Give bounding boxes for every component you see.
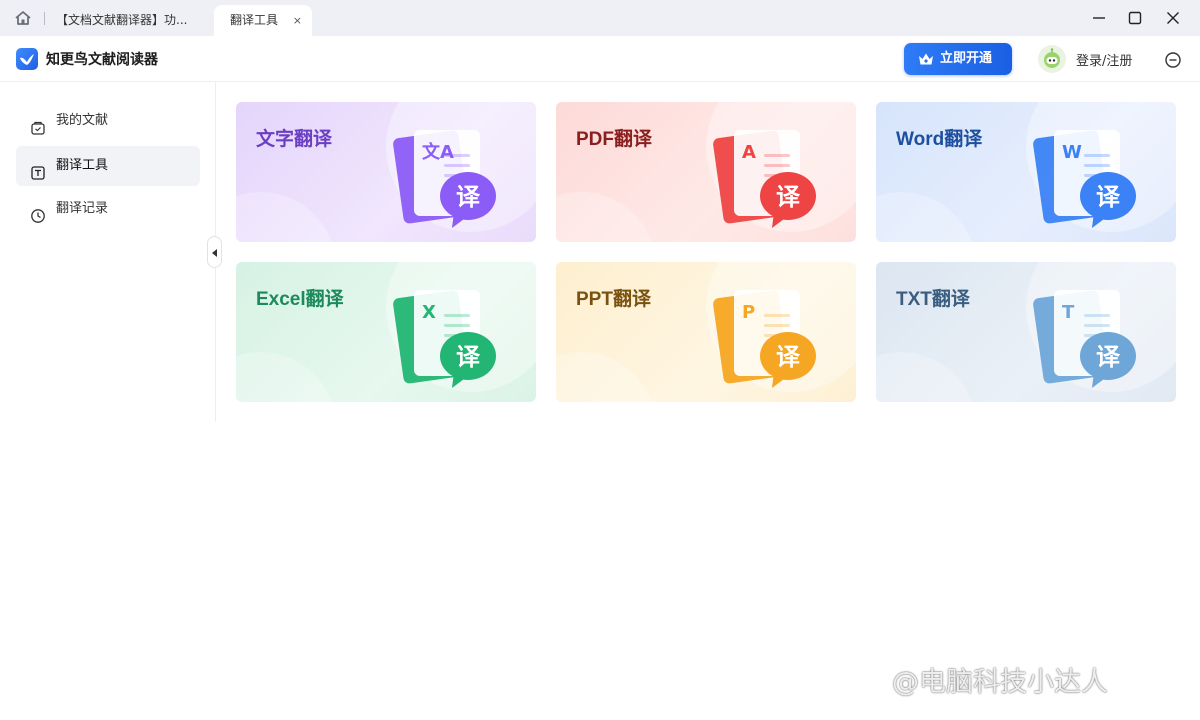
svg-text:译: 译 — [776, 183, 801, 211]
tab-translation-tools[interactable]: 翻译工具 × — [214, 5, 312, 36]
tab-label: 【文档文献翻译器】功... — [56, 13, 188, 27]
more-menu-icon[interactable] — [1164, 51, 1182, 69]
translate-tool-icon — [30, 158, 46, 180]
watermark: @电脑科技小达人 — [892, 667, 1108, 698]
vip-activate-button[interactable]: 立即开通 — [904, 43, 1012, 75]
maximize-button[interactable] — [1116, 0, 1154, 36]
title-bar: 【文档文献翻译器】功... 翻译工具 × — [0, 0, 1200, 36]
caret-left-icon — [212, 249, 217, 257]
card-pdf-translation[interactable]: PDF翻译 A译 — [556, 102, 856, 242]
robot-avatar-icon — [1044, 48, 1060, 68]
svg-text:译: 译 — [1096, 183, 1121, 211]
sidebar-item-label: 翻译工具 — [56, 158, 109, 173]
card-title: TXT翻译 — [896, 289, 970, 310]
card-excel-translation[interactable]: Excel翻译 X译 — [236, 262, 536, 402]
ppt-file-icon: P译 — [713, 290, 816, 388]
svg-text:译: 译 — [1096, 343, 1121, 371]
tab-separator — [44, 12, 45, 25]
sidebar-item-my-documents[interactable]: 我的文献 — [16, 101, 200, 141]
bird-logo-icon — [16, 48, 38, 70]
card-ppt-translation[interactable]: PPT翻译 P译 — [556, 262, 856, 402]
text-translate-icon: 文A译 — [393, 130, 496, 228]
excel-file-icon: X译 — [393, 290, 496, 388]
card-title: Word翻译 — [896, 129, 983, 150]
card-text-translation[interactable]: 文字翻译 文A 译 — [236, 102, 536, 242]
home-icon[interactable] — [14, 10, 32, 26]
app-header: 知更鸟文献阅读器 立即开通 登录/注册 — [0, 36, 1200, 82]
app-title: 知更鸟文献阅读器 — [46, 52, 158, 68]
svg-text:P: P — [742, 302, 755, 323]
card-decoration — [556, 192, 656, 242]
avatar[interactable] — [1038, 45, 1066, 73]
svg-text:文A: 文A — [422, 141, 454, 163]
close-window-button[interactable] — [1154, 0, 1192, 36]
vip-button-label: 立即开通 — [940, 51, 993, 66]
document-bag-icon — [30, 113, 46, 135]
sidebar-collapse-toggle[interactable] — [207, 236, 222, 268]
clock-icon — [30, 201, 46, 223]
card-word-translation[interactable]: Word翻译 W译 — [876, 102, 1176, 242]
txt-file-icon: T译 — [1033, 290, 1136, 388]
svg-text:T: T — [1062, 302, 1075, 323]
card-txt-translation[interactable]: TXT翻译 T译 — [876, 262, 1176, 402]
card-title: Excel翻译 — [256, 289, 344, 310]
card-decoration — [556, 352, 656, 402]
crown-icon — [919, 53, 933, 65]
pdf-file-icon: A译 — [713, 130, 816, 228]
svg-text:W: W — [1062, 142, 1082, 163]
card-decoration — [876, 352, 976, 402]
card-title: 文字翻译 — [256, 129, 333, 150]
card-decoration — [876, 192, 976, 242]
card-title: PDF翻译 — [576, 129, 653, 150]
sidebar-item-translation-tools[interactable]: 翻译工具 — [16, 146, 200, 186]
sidebar-item-label: 翻译记录 — [56, 201, 109, 216]
sidebar: 我的文献 翻译工具 翻译记录 — [0, 82, 216, 422]
tab-document-translator[interactable]: 【文档文献翻译器】功... — [56, 5, 202, 36]
svg-text:X: X — [422, 302, 436, 323]
svg-text:译: 译 — [776, 343, 801, 371]
tab-close-icon[interactable]: × — [293, 5, 302, 36]
sidebar-item-translation-history[interactable]: 翻译记录 — [16, 189, 200, 229]
svg-text:译: 译 — [456, 183, 481, 211]
sidebar-item-label: 我的文献 — [56, 113, 109, 128]
card-title: PPT翻译 — [576, 289, 651, 310]
svg-text:A: A — [742, 142, 756, 163]
svg-text:译: 译 — [456, 343, 481, 371]
minimize-button[interactable] — [1080, 0, 1118, 36]
login-register-link[interactable]: 登录/注册 — [1076, 50, 1132, 69]
card-decoration — [236, 352, 336, 402]
card-decoration — [236, 192, 336, 242]
word-file-icon: W译 — [1033, 130, 1136, 228]
tab-label: 翻译工具 — [230, 13, 279, 27]
